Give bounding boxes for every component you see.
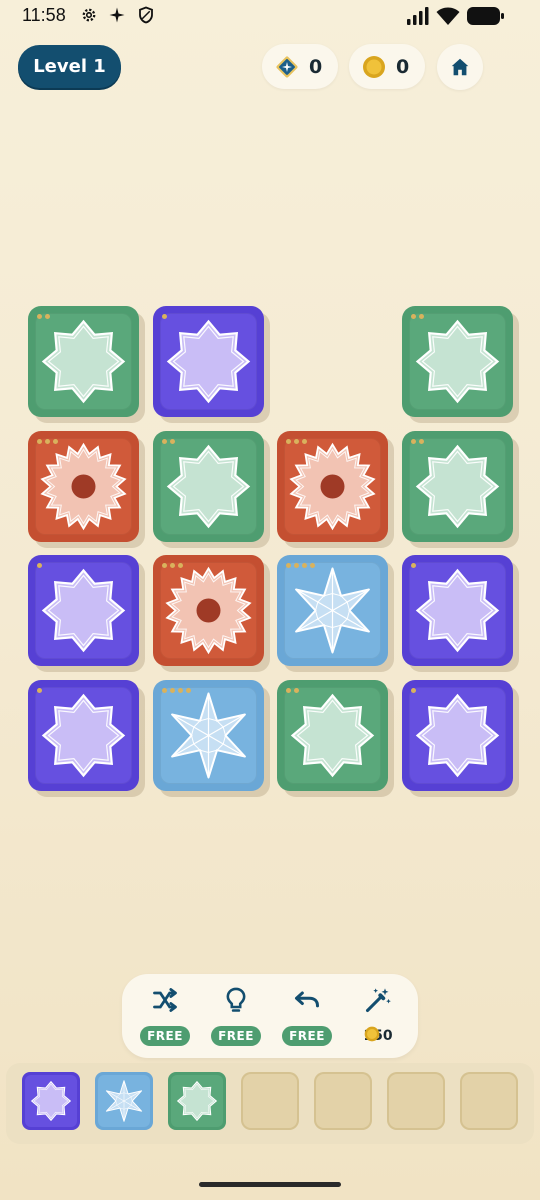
- octagram-icon: [415, 319, 500, 404]
- tray-slot-green-octagram[interactable]: [168, 1072, 226, 1130]
- tile-face: [28, 431, 139, 542]
- tray-slot-empty: [241, 1072, 299, 1130]
- coin-icon: [363, 55, 385, 78]
- tray-slot-empty: [387, 1072, 445, 1130]
- tile-face: [28, 555, 139, 666]
- wifi-icon: [436, 7, 460, 25]
- tile-red-sunburst[interactable]: [28, 431, 145, 548]
- tile-green-octagram[interactable]: [28, 306, 145, 423]
- level-indicator: Level 1: [18, 45, 121, 88]
- octagram-icon: [166, 319, 251, 404]
- tile-purple-octagram[interactable]: [402, 555, 519, 672]
- undo-icon: [294, 991, 320, 1008]
- tile-green-octagram[interactable]: [277, 680, 394, 797]
- hint-badge: FREE: [211, 1026, 261, 1046]
- tool-panel: FREE FREE FREE 150: [122, 974, 418, 1058]
- coin-icon: [364, 1026, 380, 1042]
- tile-blue-hexastar[interactable]: [153, 680, 270, 797]
- shuffle-icon: [153, 988, 177, 1012]
- gem-icon: [276, 56, 298, 77]
- tile-green-octagram[interactable]: [402, 306, 519, 423]
- tile-face: [153, 431, 264, 542]
- tile-face: [28, 306, 139, 417]
- octagram-icon: [30, 1080, 72, 1122]
- tile-purple-octagram[interactable]: [28, 680, 145, 797]
- tile-face: [277, 680, 388, 791]
- sparkle-icon: [109, 7, 125, 23]
- tile-face: [153, 555, 264, 666]
- magic-wand-icon: [365, 988, 391, 1013]
- octagram-icon: [41, 693, 126, 778]
- tile-face: [28, 680, 139, 791]
- gem-count: 0: [309, 55, 323, 78]
- shuffle-button[interactable]: FREE: [135, 986, 195, 1050]
- octagram-icon: [41, 568, 126, 653]
- tile-purple-octagram[interactable]: [402, 680, 519, 797]
- coin-count: 0: [396, 55, 410, 78]
- tile-face: [402, 555, 513, 666]
- tile-face: [153, 306, 264, 417]
- octagram-icon: [415, 568, 500, 653]
- tile-purple-octagram[interactable]: [153, 306, 270, 423]
- undo-button[interactable]: FREE: [277, 986, 337, 1050]
- home-button[interactable]: [437, 44, 483, 90]
- gesture-bar[interactable]: [199, 1182, 341, 1187]
- settings-icon: [82, 8, 96, 22]
- hexastar-icon: [105, 1080, 143, 1122]
- octagram-icon: [415, 693, 500, 778]
- tile-blue-hexastar[interactable]: [277, 555, 394, 672]
- hint-button[interactable]: FREE: [206, 986, 266, 1050]
- sunburst-icon: [40, 442, 127, 531]
- tile-red-sunburst[interactable]: [153, 555, 270, 672]
- octagram-icon: [290, 693, 375, 778]
- sunburst-icon: [165, 566, 252, 655]
- tray-slot-empty: [460, 1072, 518, 1130]
- tile-face: [153, 680, 264, 791]
- gem-counter: 0: [262, 44, 338, 89]
- octagram-icon: [166, 444, 251, 529]
- tile-face: [402, 306, 513, 417]
- tile-face: [402, 680, 513, 791]
- hexastar-icon: [295, 567, 370, 654]
- tray-slot-blue-hexastar[interactable]: [95, 1072, 153, 1130]
- octagram-icon: [415, 444, 500, 529]
- shield-icon: [139, 6, 153, 24]
- tile-face: [402, 431, 513, 542]
- signal-icon: [407, 7, 429, 25]
- sunburst-icon: [289, 442, 376, 531]
- tile-face: [277, 555, 388, 666]
- tile-purple-octagram[interactable]: [28, 555, 145, 672]
- home-icon: [451, 58, 469, 76]
- tray-slot-empty: [314, 1072, 372, 1130]
- coin-counter: 0: [349, 44, 425, 89]
- tile-face: [277, 431, 388, 542]
- tile-green-octagram[interactable]: [153, 431, 270, 548]
- shuffle-badge: FREE: [140, 1026, 190, 1046]
- hexastar-icon: [171, 692, 246, 779]
- level-label: Level 1: [33, 56, 106, 77]
- battery-icon: [467, 7, 504, 25]
- tile-red-sunburst[interactable]: [277, 431, 394, 548]
- octagram-icon: [41, 319, 126, 404]
- tile-green-octagram[interactable]: [402, 431, 519, 548]
- octagram-icon: [176, 1080, 218, 1122]
- undo-badge: FREE: [282, 1026, 332, 1046]
- status-time: 11:58: [22, 5, 66, 25]
- lightbulb-icon: [226, 987, 246, 1012]
- status-bar: 11:58: [0, 0, 540, 34]
- magic-wand-button[interactable]: 150: [348, 986, 408, 1050]
- tray-slot-purple-octagram[interactable]: [22, 1072, 80, 1130]
- tile-tray: [6, 1063, 534, 1144]
- magic-price: 150: [348, 1026, 408, 1046]
